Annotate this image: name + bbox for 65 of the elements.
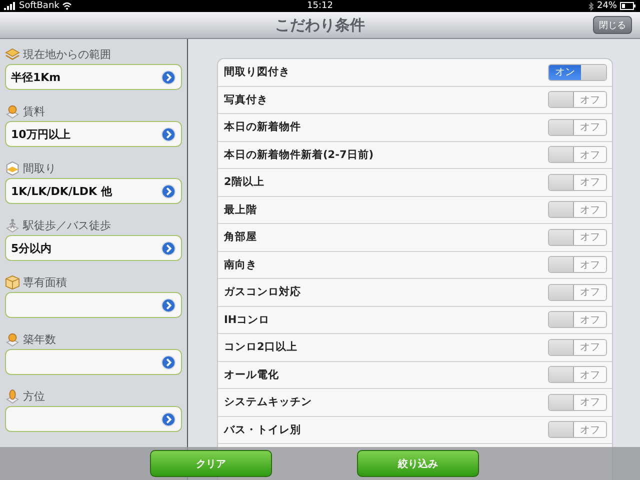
box-icon (5, 274, 20, 290)
close-button[interactable]: 閉じる (593, 16, 632, 34)
filter-label: 賃料 (23, 104, 45, 118)
option-label: バス・トイレ別 (224, 422, 302, 437)
carrier-name: SoftBank (19, 1, 60, 11)
disclosure-icon (161, 70, 176, 84)
toggle-switch[interactable]: オフ (548, 146, 607, 164)
option-label: システムキッチン (224, 395, 313, 410)
toggle-switch[interactable]: オフ (548, 174, 607, 191)
filter-label: 築年数 (23, 332, 56, 346)
toggle-switch[interactable]: オフ (548, 228, 607, 246)
toggle-switch[interactable]: オフ (548, 91, 607, 108)
coin-icon (5, 104, 20, 118)
filter-field[interactable] (5, 292, 182, 318)
filter-field[interactable]: 1K/LK/DK/LDK 他 (5, 178, 182, 204)
filter-label: 現在地からの範囲 (23, 46, 111, 62)
filter-field[interactable] (5, 406, 182, 432)
option-label: オール電化 (224, 368, 280, 382)
clock: 15:12 (307, 1, 333, 11)
apply-button[interactable]: 絞り込み (357, 450, 479, 477)
toggle-switch[interactable]: オン (548, 64, 607, 81)
walker-icon (5, 218, 20, 232)
option-label: 2階以上 (224, 175, 266, 190)
filter-label: 駅徒歩／バス徒歩 (23, 218, 111, 232)
disclosure-icon (161, 126, 176, 142)
filter-field[interactable] (5, 349, 182, 375)
toggle-switch[interactable]: オフ (548, 366, 607, 384)
option-label: IHコンロ (224, 312, 271, 327)
option-label: 角部屋 (224, 230, 258, 244)
battery-percent: 24% (596, 1, 617, 11)
disclosure-icon (161, 354, 176, 370)
toggle-switch[interactable]: オフ (548, 118, 607, 136)
option-label: 間取り図付き (224, 65, 291, 80)
layers-icon (5, 46, 20, 62)
coin-icon (5, 332, 20, 346)
battery-icon (620, 2, 636, 10)
disclosure-icon (161, 298, 176, 312)
filter-field[interactable]: 半径1Km (5, 64, 182, 90)
toggle-switch[interactable]: オフ (548, 256, 607, 274)
disclosure-icon (161, 184, 176, 198)
wifi-icon (62, 2, 72, 10)
toggle-switch[interactable]: オフ (548, 394, 607, 411)
toggle-switch[interactable]: オフ (548, 311, 607, 328)
clear-button[interactable]: クリア (150, 450, 272, 477)
option-label: ガスコンロ対応 (224, 285, 302, 300)
toggle-switch[interactable]: オフ (548, 421, 607, 438)
toggle-switch[interactable]: オフ (548, 201, 607, 218)
disclosure-icon (161, 240, 176, 256)
filter-label: 方位 (23, 388, 45, 404)
option-label: コンロ2口以上 (224, 340, 298, 354)
filter-label: 専有面積 (23, 274, 67, 290)
option-label: 本日の新着物件新着(2-7日前) (224, 148, 375, 162)
screen-title: こだわり条件 (275, 16, 365, 34)
toggle-switch[interactable]: オフ (548, 284, 607, 301)
toggle-switch[interactable]: オフ (548, 338, 607, 356)
disclosure-icon (161, 412, 176, 426)
option-label: 最上階 (224, 202, 258, 217)
filter-label: 間取り (23, 160, 56, 176)
option-label: 南向き (224, 258, 258, 272)
filter-field[interactable]: 10万円以上 (5, 121, 182, 147)
signal-icon (4, 2, 16, 10)
cube-icon (5, 160, 20, 176)
option-label: 本日の新着物件 (224, 120, 302, 134)
filter-field[interactable]: 5分以内 (5, 235, 182, 261)
option-label: 写真付き (224, 92, 269, 107)
